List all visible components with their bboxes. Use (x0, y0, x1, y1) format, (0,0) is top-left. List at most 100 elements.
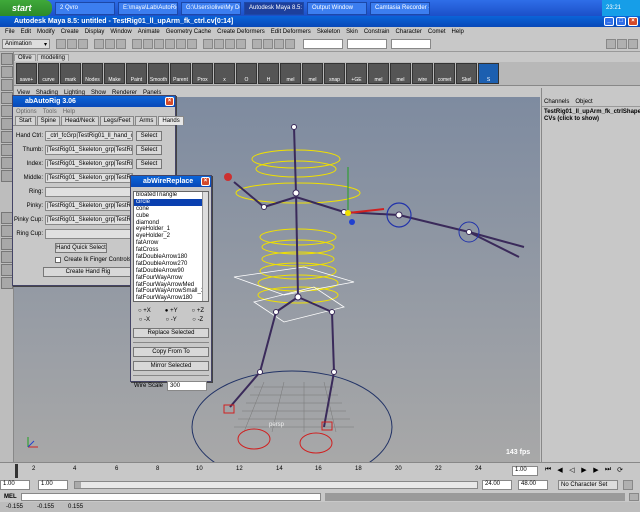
list-scrollbar[interactable] (202, 192, 208, 301)
select-tool-icon[interactable] (1, 53, 13, 65)
select-hand-ctrl-button[interactable]: Select (136, 130, 162, 141)
mode-select[interactable]: Animation ▾ (2, 39, 50, 49)
wire-scale-field[interactable]: 300 (167, 380, 208, 391)
mel-input[interactable] (20, 493, 321, 501)
list-item[interactable]: diamond (134, 220, 208, 227)
menu-skin[interactable]: Skin (343, 29, 361, 35)
pinky-field[interactable]: |TestRig01_Skeleton_grp|TestRig0 (45, 200, 133, 211)
list-item[interactable]: cone (134, 206, 208, 213)
menu-create-deformers[interactable]: Create Deformers (214, 29, 268, 35)
save-scene-icon[interactable] (78, 39, 88, 49)
shelf-item[interactable]: mel (390, 63, 411, 84)
list-item[interactable]: fatFourWayArrowMed (134, 282, 208, 289)
create-hand-rig-button[interactable]: Create Hand Rig (43, 267, 133, 277)
current-time-field[interactable]: 1.00 (512, 466, 538, 476)
menu-constrain[interactable]: Constrain (361, 29, 393, 35)
middle-field[interactable]: |TestRig01_Skeleton_grp|TestRig0 (45, 172, 133, 183)
shelf-item[interactable]: mel (302, 63, 323, 84)
select-component-icon[interactable] (116, 39, 126, 49)
go-start-icon[interactable]: ⏮ (542, 466, 554, 474)
select-object-icon[interactable] (105, 39, 115, 49)
menu-edit[interactable]: Edit (18, 29, 34, 35)
snap-curve-icon[interactable] (214, 39, 224, 49)
toggle-panel-icon-2[interactable] (617, 39, 627, 49)
shelf-item[interactable]: mark (60, 63, 81, 84)
axis-plus-x-radio[interactable]: ○ +X (138, 308, 151, 314)
shelf-item[interactable]: snap (324, 63, 345, 84)
list-item[interactable]: fatFourWayArrow (134, 275, 208, 282)
maximize-icon[interactable]: □ (616, 17, 626, 26)
menu-edit-deformers[interactable]: Edit Deformers (268, 29, 314, 35)
pinky-cup-field[interactable]: |TestRig01_Skeleton_grp|TestRig0 (45, 214, 133, 225)
replace-selected-button[interactable]: Replace Selected (133, 328, 209, 338)
menu-help[interactable]: Help (449, 29, 467, 35)
list-item[interactable]: fatCross (134, 247, 208, 254)
shelf-item[interactable]: x (214, 63, 235, 84)
task-6[interactable]: Camtasia Recorder - (370, 1, 430, 15)
menu-comet[interactable]: Comet (425, 29, 449, 35)
render-settings-icon[interactable] (285, 39, 295, 49)
list-item[interactable]: cube (134, 213, 208, 220)
tab-head-neck[interactable]: Head/Neck (61, 116, 99, 125)
range-bar[interactable] (74, 481, 478, 489)
shelf-tab-modeling[interactable]: modeling (36, 53, 70, 61)
menu-modify[interactable]: Modify (34, 29, 58, 35)
mask-icon-4[interactable] (165, 39, 175, 49)
tab-object[interactable]: Object (575, 99, 592, 105)
input-field-2[interactable] (347, 39, 387, 49)
tab-spine[interactable]: Spine (36, 116, 61, 125)
tab-arms[interactable]: Arms (135, 116, 158, 125)
shelf-item[interactable]: +GE (346, 63, 367, 84)
list-item[interactable]: fatDoubleArrow90 (134, 268, 208, 275)
snap-point-icon[interactable] (225, 39, 235, 49)
step-back-icon[interactable]: ◀ (554, 466, 566, 474)
menu-geometry-cache[interactable]: Geometry Cache (163, 29, 214, 35)
history-icon[interactable] (252, 39, 262, 49)
autorig-titlebar[interactable]: abAutoRig 3.06 × (13, 96, 175, 107)
task-4[interactable]: Autodesk Maya 8.5: (244, 1, 304, 15)
list-item-selected[interactable]: circle (134, 198, 208, 206)
new-scene-icon[interactable] (56, 39, 66, 49)
quick-select-field[interactable] (303, 39, 343, 49)
task-1[interactable]: 2 Qvro (55, 1, 115, 15)
select-thumb-button[interactable]: Select (136, 144, 162, 155)
shelf-item[interactable]: O (236, 63, 257, 84)
shelf-tab-olive[interactable]: Olive (14, 53, 36, 61)
task-3[interactable]: G:\Users\olive\My Do (181, 1, 241, 15)
axis-minus-y-radio[interactable]: ○ -Y (166, 317, 177, 323)
cvs-toggle[interactable]: CVs (click to show) (542, 115, 640, 123)
axis-plus-z-radio[interactable]: ○ +Z (192, 308, 204, 314)
shelf-item[interactable]: comet (434, 63, 455, 84)
curve-shape-list[interactable]: bloatedTriangle circle cone cube diamond… (133, 191, 209, 302)
step-forward-icon[interactable]: ▶ (590, 466, 602, 474)
lasso-tool-icon[interactable] (1, 66, 13, 78)
range-handle[interactable] (75, 482, 81, 488)
list-item[interactable]: fatArrow (134, 240, 208, 247)
time-slider[interactable]: 2 4 6 8 10 12 14 16 18 20 22 24 1.00 ⏮ ◀… (0, 462, 640, 478)
menu-file[interactable]: File (2, 29, 18, 35)
index-field[interactable]: |TestRig01_Skeleton_grp|TestRig0 (45, 158, 133, 169)
axis-minus-z-radio[interactable]: ○ -Z (192, 317, 203, 323)
auto-key-icon[interactable] (623, 480, 633, 490)
loop-icon[interactable]: ⟳ (614, 466, 626, 474)
current-time-marker[interactable] (15, 464, 18, 478)
list-item[interactable]: fatFourWayArrow180 (134, 295, 208, 301)
tab-legs-feet[interactable]: Legs/Feet (99, 116, 135, 125)
close-icon[interactable]: × (628, 17, 638, 26)
select-index-button[interactable]: Select (136, 158, 162, 169)
mask-icon-3[interactable] (154, 39, 164, 49)
play-icon[interactable]: ▶ (578, 466, 590, 474)
menu-animate[interactable]: Animate (135, 29, 163, 35)
mask-icon-6[interactable] (187, 39, 197, 49)
go-end-icon[interactable]: ⏭ (602, 466, 614, 474)
list-item[interactable]: bloatedTriangle (134, 192, 208, 199)
list-item[interactable]: eyeHolder_1 (134, 226, 208, 233)
shelf-item[interactable]: Parent (170, 63, 191, 84)
hand-quick-select-button[interactable]: Hand Quick Select (55, 243, 107, 253)
menu-options[interactable]: Options (16, 109, 37, 115)
range-start-field[interactable]: 1.00 (38, 480, 68, 490)
shelf-item[interactable]: Smooth (148, 63, 169, 84)
channel-object-name[interactable]: TestRig01_ll_upArm_fk_ctrlShape (542, 107, 640, 115)
list-item[interactable]: fatDoubleArrow270 (134, 261, 208, 268)
menu-skeleton[interactable]: Skeleton (314, 29, 343, 35)
